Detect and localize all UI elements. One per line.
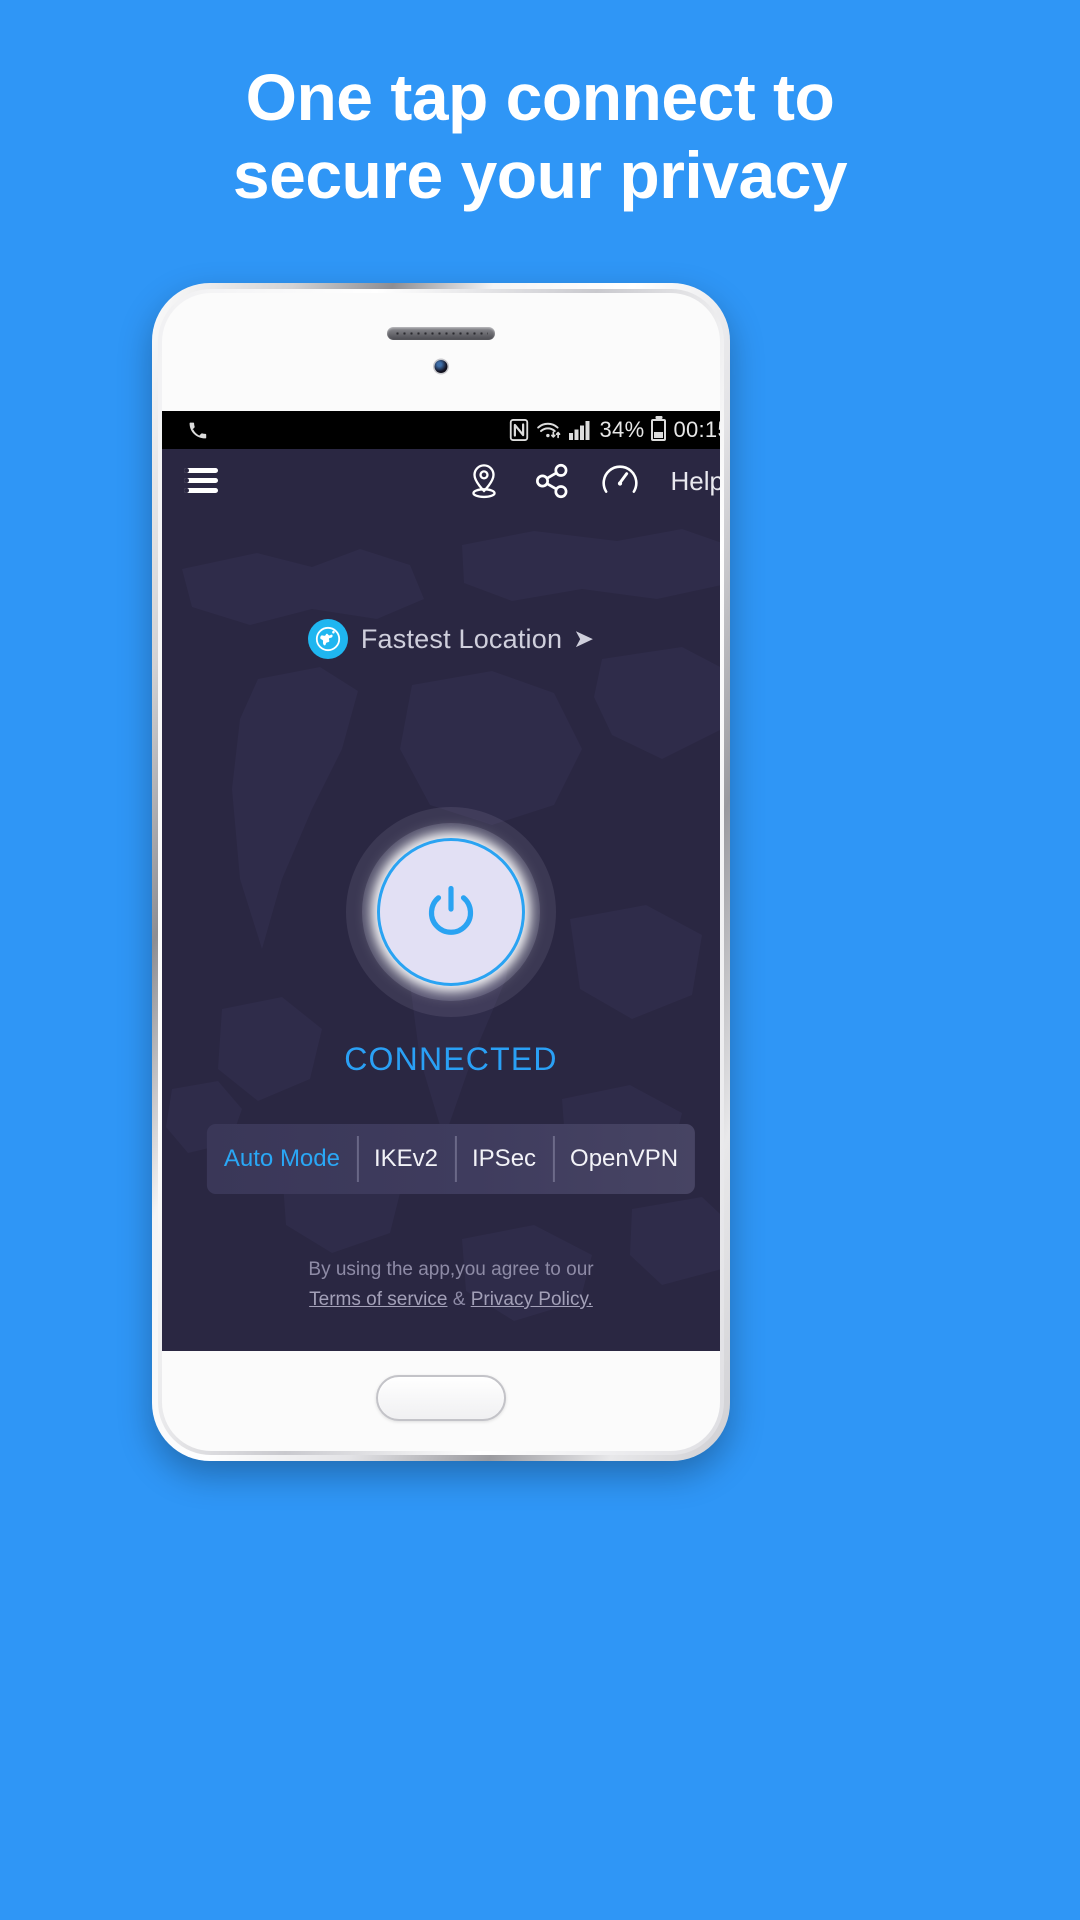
mode-tab-auto[interactable]: Auto Mode xyxy=(207,1124,357,1194)
share-icon[interactable] xyxy=(533,462,571,500)
phone-handset-icon xyxy=(189,422,207,438)
mode-tab-ikev2[interactable]: IKEv2 xyxy=(356,1124,455,1194)
phone-body: 34% 00:15 xyxy=(162,293,720,1451)
help-button[interactable]: Help xyxy=(669,466,720,497)
power-button[interactable] xyxy=(377,838,525,986)
location-pin-icon[interactable] xyxy=(465,462,503,500)
mode-tab-ipsec[interactable]: IPSec xyxy=(455,1124,553,1194)
phone-bezel: 34% 00:15 xyxy=(158,289,724,1455)
battery-percent-label: 34% xyxy=(599,417,645,442)
nfc-icon xyxy=(509,419,528,441)
legal-ampersand: & xyxy=(447,1289,471,1310)
globe-icon xyxy=(307,619,348,659)
protocol-mode-tabs: Auto Mode IKEv2 IPSec OpenVPN xyxy=(206,1124,696,1194)
chevron-right-icon: ➤ xyxy=(573,624,595,653)
terms-of-service-link[interactable]: Terms of service xyxy=(309,1289,447,1310)
promo-headline: One tap connect to secure your privacy xyxy=(0,58,1080,214)
cellular-signal-icon xyxy=(568,421,589,440)
phone-screen: 34% 00:15 xyxy=(162,411,720,1351)
legal-footer: By using the app,you agree to our Terms … xyxy=(162,1255,720,1315)
status-bar-right: 34% 00:15 xyxy=(509,417,720,443)
legal-footer-line1: By using the app,you agree to our xyxy=(308,1259,594,1280)
earpiece-speaker xyxy=(387,327,495,340)
privacy-policy-link[interactable]: Privacy Policy. xyxy=(471,1289,593,1310)
speedometer-icon[interactable] xyxy=(601,462,639,500)
battery-icon xyxy=(651,419,667,441)
power-icon xyxy=(428,885,474,935)
wifi-transfer-icon xyxy=(536,422,560,439)
headline-line-2: secure your privacy xyxy=(232,138,848,212)
headline-line-1: One tap connect to xyxy=(245,60,835,134)
app-toolbar: Help xyxy=(162,449,720,513)
fastest-location-row[interactable]: Fastest Location ➤ xyxy=(162,619,720,659)
connection-status-label: CONNECTED xyxy=(344,1041,558,1077)
mode-tab-openvpn[interactable]: OpenVPN xyxy=(553,1124,695,1194)
toolbar-actions: Help xyxy=(465,462,720,500)
phone-mockup: 34% 00:15 xyxy=(152,283,730,1461)
fastest-location-label: Fastest Location xyxy=(360,623,563,654)
legal-footer-line2: Terms of service & Privacy Policy. xyxy=(162,1285,720,1315)
status-bar-left xyxy=(188,421,207,440)
list-menu-icon[interactable] xyxy=(184,468,218,494)
power-button-area xyxy=(346,807,556,1017)
home-button[interactable] xyxy=(376,1375,506,1421)
clock-label: 00:15 xyxy=(673,417,720,442)
front-camera xyxy=(434,360,448,373)
status-bar: 34% 00:15 xyxy=(162,411,720,449)
